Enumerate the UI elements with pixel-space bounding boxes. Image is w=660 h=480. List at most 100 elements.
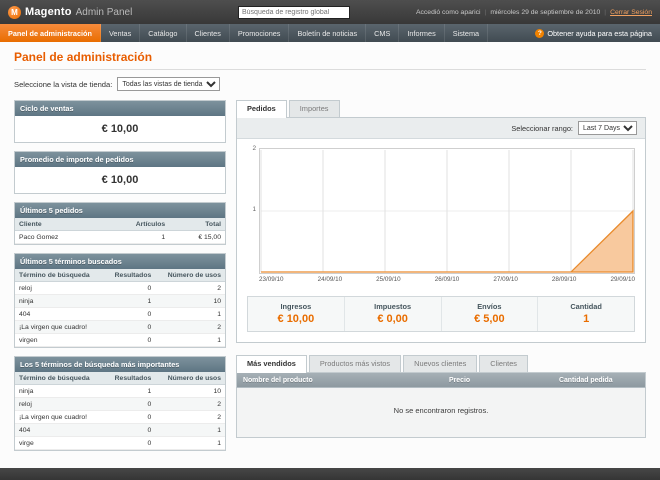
range-selector-strip: Seleccionar rango: Last 7 Days <box>237 118 645 139</box>
card-title: Promedio de importe de pedidos <box>15 152 225 167</box>
lifetime-sales-value: € 10,00 <box>101 123 139 135</box>
nav-item[interactable]: Sistema <box>445 24 489 42</box>
results-cell: 0 <box>104 307 156 321</box>
table-row[interactable]: ninja 1 10 <box>15 294 225 308</box>
chart-tab[interactable]: Pedidos <box>236 100 287 118</box>
results-cell: 0 <box>104 397 156 411</box>
x-axis-tick: 23/09/10 <box>259 276 284 283</box>
uses-cell: 1 <box>155 423 225 437</box>
table-row[interactable]: ¡La virgen que cuadro! 0 2 <box>15 320 225 334</box>
store-view-label: Seleccione la vista de tienda: <box>14 79 113 89</box>
stat-value: € 0,00 <box>377 313 408 325</box>
uses-cell: 10 <box>155 294 225 308</box>
table-row[interactable]: Paco Gomez 1 € 15,00 <box>15 230 225 244</box>
grid-empty-message: No se encontraron registros. <box>236 388 646 438</box>
column-header: Cliente <box>15 218 102 231</box>
magento-admin-window: M Magento Admin Panel Accedió como apari… <box>0 0 660 480</box>
table-row[interactable]: virgen 0 1 <box>15 333 225 347</box>
logout-link[interactable]: Cerrar Sesión <box>610 9 652 16</box>
separator: | <box>484 8 487 16</box>
bottom-grid-section: Más vendidos Productos más vistos Nuevos c… <box>236 355 646 438</box>
term-cell: ¡La virgen que cuadro! <box>15 320 105 334</box>
nav-item[interactable]: Promociones <box>230 24 290 42</box>
term-cell: reloj <box>15 397 105 411</box>
top-search-terms-card: Los 5 términos de búsqueda más important… <box>14 356 226 451</box>
uses-cell: 2 <box>155 281 225 295</box>
results-cell: 0 <box>104 410 156 424</box>
page-title: Panel de administración <box>14 50 646 70</box>
column-header: Total <box>169 218 225 231</box>
column-header: Artículos <box>101 218 170 231</box>
uses-cell: 10 <box>155 384 225 398</box>
grid-column-header: Precio <box>449 376 471 384</box>
range-select[interactable]: Last 7 Days <box>578 121 637 135</box>
chart-wrapper: 2 1 23/09/10 24/09/10 25/09/10 26/09/10 27/0… <box>237 139 645 288</box>
table-row[interactable]: 404 0 1 <box>15 307 225 321</box>
store-view-select[interactable]: Todas las vistas de tienda <box>117 77 221 91</box>
table-row[interactable]: 404 0 1 <box>15 423 225 437</box>
nav-item[interactable]: Informes <box>399 24 445 42</box>
last-orders-card: Últimos 5 pedidos Cliente Artículos Total … <box>14 202 226 245</box>
table-row[interactable]: ¡La virgen que cuadro! 0 2 <box>15 410 225 424</box>
product-grid-header: Nombre del producto Precio Cantidad pedida <box>236 372 646 388</box>
total-cell: € 15,00 <box>169 230 225 244</box>
table-row[interactable]: virge 0 1 <box>15 436 225 450</box>
x-axis-tick: 29/09/10 <box>610 276 635 283</box>
right-column: Pedidos Importes Seleccionar rango: Last … <box>236 100 646 459</box>
global-search-input[interactable] <box>238 5 350 19</box>
results-cell: 0 <box>104 320 156 334</box>
orders-chart-panel: Seleccionar rango: Last 7 Days 2 1 23/09… <box>236 117 646 343</box>
lifetime-sales-card: Ciclo de ventas € 10,00 <box>14 100 226 143</box>
table-row[interactable]: ninja 1 10 <box>15 384 225 398</box>
results-cell: 1 <box>104 294 156 308</box>
x-axis-tick: 25/09/10 <box>376 276 401 283</box>
nav-item[interactable]: Panel de administración <box>0 24 101 42</box>
x-axis-tick: 24/09/10 <box>317 276 343 283</box>
page-help-link[interactable]: ? Obtener ayuda para esta página <box>527 24 660 42</box>
table-row[interactable]: reloj 0 2 <box>15 281 225 295</box>
term-cell: reloj <box>15 281 105 295</box>
chart-plot <box>259 148 635 274</box>
stat-value: € 5,00 <box>474 313 505 325</box>
grid-tab[interactable]: Clientes <box>479 355 528 372</box>
nav-item[interactable]: Clientes <box>187 24 230 42</box>
last-orders-table: Cliente Artículos Total Paco Gomez 1 € 15,… <box>15 218 225 244</box>
nav-item[interactable]: Boletín de noticias <box>289 24 367 42</box>
stat-label: Envíos <box>477 302 502 311</box>
totals-bar: Ingresos € 10,00 Impuestos € 0,00 Envíos… <box>247 296 635 332</box>
chart-tab[interactable]: Importes <box>288 100 340 117</box>
grid-tab[interactable]: Más vendidos <box>236 355 307 373</box>
column-header: Término de búsqueda <box>15 372 105 385</box>
content-area: Panel de administración Seleccione la vi… <box>0 42 660 468</box>
y-axis-tick: 2 <box>252 145 256 152</box>
header-user-area: Accedió como aparici | miércoles 29 de s… <box>416 9 652 16</box>
uses-cell: 1 <box>155 333 225 347</box>
term-cell: virgen <box>15 333 105 347</box>
nav-item[interactable]: Ventas <box>101 24 141 42</box>
grid-tab[interactable]: Productos más vistos <box>308 355 402 372</box>
term-cell: ninja <box>15 384 105 398</box>
card-title: Últimos 5 términos buscados <box>15 254 225 269</box>
results-cell: 0 <box>104 436 156 450</box>
term-cell: ninja <box>15 294 105 308</box>
results-cell: 0 <box>104 423 156 437</box>
dashboard-columns: Ciclo de ventas € 10,00 Promedio de impo… <box>14 100 646 459</box>
nav-item[interactable]: CMS <box>366 24 400 42</box>
card-title: Últimos 5 pedidos <box>15 203 225 218</box>
grid-tabs: Más vendidos Productos más vistos Nuevos c… <box>236 355 646 373</box>
card-title: Los 5 términos de búsqueda más important… <box>15 357 225 372</box>
total-stat: Impuestos € 0,00 <box>343 297 441 331</box>
column-header: Resultados <box>104 269 156 282</box>
table-row[interactable]: reloj 0 2 <box>15 397 225 411</box>
grid-tab[interactable]: Nuevos clientes <box>403 355 478 372</box>
global-search <box>238 5 350 19</box>
uses-cell: 2 <box>155 410 225 424</box>
card-title: Ciclo de ventas <box>15 101 225 116</box>
main-nav: Panel de administración Ventas Catálogo Cli… <box>0 24 660 42</box>
page-footer <box>0 468 660 480</box>
nav-item[interactable]: Catálogo <box>140 24 187 42</box>
stat-label: Impuestos <box>374 302 412 311</box>
left-column: Ciclo de ventas € 10,00 Promedio de impo… <box>14 100 226 459</box>
total-stat: Cantidad 1 <box>537 297 634 331</box>
last-search-terms-table: Término de búsqueda Resultados Número de u… <box>15 269 225 347</box>
